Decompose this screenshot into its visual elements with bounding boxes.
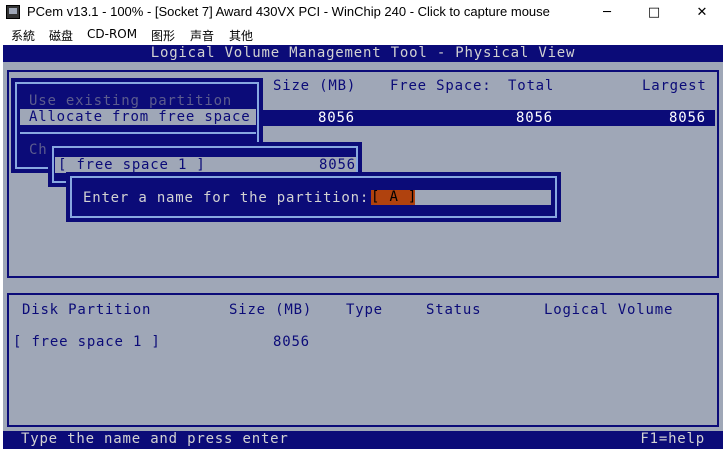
col-type: Type <box>346 302 383 318</box>
free-space-item-size: 8056 <box>319 157 356 173</box>
status-bar: Type the name and press enter F1=help <box>3 431 723 449</box>
app-icon <box>6 5 20 19</box>
free-space-item-label: [ free space 1 ] <box>58 157 206 173</box>
close-icon: ✕ <box>696 5 708 20</box>
col-logical-volume: Logical Volume <box>544 302 674 318</box>
status-message: Type the name and press enter <box>21 431 289 447</box>
partition-list-panel: Disk Partition Size (MB) Type Status Log… <box>7 293 719 427</box>
free-space-item-selected[interactable]: [ free space 1 ] 8056 <box>55 157 356 173</box>
dialog-divider <box>20 132 256 134</box>
menu-graphics[interactable]: 图形 <box>151 27 175 44</box>
maximize-icon: □ <box>647 5 661 20</box>
maximize-button[interactable]: □ <box>632 0 676 25</box>
option-partial: Ch <box>29 142 48 158</box>
option-allocate-selected[interactable]: Allocate from free space <box>20 109 256 125</box>
col-partition-size: Size (MB) <box>229 302 313 318</box>
menubar: 系統 磁盘 CD-ROM 图形 声音 其他 <box>0 25 726 45</box>
col-largest: Largest <box>642 78 707 94</box>
partition-row-size: 8056 <box>273 334 310 350</box>
partition-row[interactable]: [ free space 1 ] 8056 <box>13 334 717 350</box>
col-free-space: Free Space: <box>390 78 492 94</box>
option-allocate-label: Allocate from free space <box>29 109 251 125</box>
menu-disk[interactable]: 磁盘 <box>49 27 73 44</box>
partition-row-name: [ free space 1 ] <box>13 334 161 350</box>
partition-name-dialog: Enter a name for the partition: [ A ] <box>66 172 561 222</box>
col-status: Status <box>426 302 482 318</box>
emulator-screen[interactable]: Logical Volume Management Tool - Physica… <box>3 45 723 449</box>
col-total: Total <box>508 78 555 94</box>
partition-name-value: [ A ] <box>371 189 418 205</box>
help-hint: F1=help <box>640 431 705 447</box>
col-disk-partition: Disk Partition <box>22 302 152 318</box>
disk-row-total: 8056 <box>516 110 553 126</box>
disk-row-largest: 8056 <box>669 110 706 126</box>
screen-header: Logical Volume Management Tool - Physica… <box>3 45 723 62</box>
menu-sound[interactable]: 声音 <box>190 27 214 44</box>
disk-row-size: 8056 <box>318 110 355 126</box>
menu-other[interactable]: 其他 <box>229 27 253 44</box>
minimize-button[interactable]: ─ <box>585 0 629 25</box>
partition-name-input[interactable]: [ A ] <box>371 190 551 205</box>
menu-cdrom[interactable]: CD-ROM <box>87 27 137 41</box>
window-title: PCem v13.1 - 100% - [Socket 7] Award 430… <box>27 4 550 19</box>
window-titlebar[interactable]: PCem v13.1 - 100% - [Socket 7] Award 430… <box>0 0 726 26</box>
partition-name-prompt: Enter a name for the partition: <box>83 190 370 206</box>
close-button[interactable]: ✕ <box>680 0 724 25</box>
col-size: Size (MB) <box>273 78 357 94</box>
menu-system[interactable]: 系統 <box>11 27 35 44</box>
option-use-existing: Use existing partition <box>29 93 233 109</box>
minimize-icon: ─ <box>603 5 611 20</box>
